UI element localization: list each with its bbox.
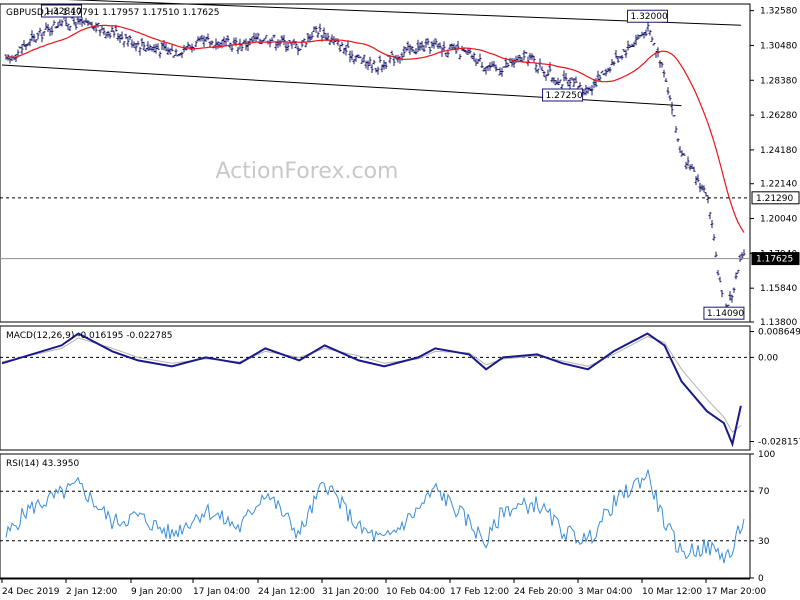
x-tick-label: 17 Jan 04:00 (193, 587, 250, 597)
level-price-label: 1.17625 (756, 255, 793, 265)
macd-tick-label: 0.00 (758, 353, 778, 363)
rsi-tick-label: 30 (758, 537, 770, 547)
rsi-panel: 100 70 30 0 RSI(14) 43.3950 (0, 450, 775, 584)
price-title: GBPUSD,H4 1.17791 1.17957 1.17510 1.1762… (6, 8, 219, 18)
price-annotation-label: 1.32000 (630, 12, 667, 22)
level-price-label: 1.21290 (756, 194, 793, 204)
x-tick-label: 10 Mar 12:00 (642, 587, 702, 597)
rsi-tick-label: 70 (758, 487, 770, 497)
x-tick-label: 31 Jan 20:00 (322, 587, 379, 597)
x-tick-label: 9 Jan 20:00 (131, 587, 183, 597)
x-tick-label: 24 Dec 2019 (2, 587, 60, 597)
macd-plot-frame (0, 325, 751, 451)
price-panel: ActionForex.com 1.32580 1.30480 1.28380 1.26… (0, 0, 800, 328)
x-axis: 24 Dec 2019 2 Jan 12:00 9 Jan 20:00 17 Jan … (0, 578, 766, 597)
price-tick-label: 1.30480 (760, 41, 797, 51)
x-tick-label: 2 Jan 12:00 (66, 587, 118, 597)
price-tick-label: 1.32580 (760, 7, 797, 17)
price-tick-label: 1.13800 (760, 318, 797, 328)
rsi-tick-label: 100 (758, 450, 775, 460)
rsi-tick-label: 0 (758, 574, 764, 584)
x-tick-label: 24 Feb 20:00 (514, 587, 573, 597)
x-tick-label: 3 Mar 04:00 (578, 587, 633, 597)
chart-root: ActionForex.com 1.32580 1.30480 1.28380 1.26… (0, 0, 800, 597)
watermark: ActionForex.com (216, 159, 399, 184)
x-tick-label: 24 Jan 12:00 (258, 587, 315, 597)
macd-title: MACD(12,26,9) -0.016195 -0.022785 (6, 331, 172, 341)
x-tick-label: 10 Feb 04:00 (386, 587, 445, 597)
price-annotation-label: 1.27250 (546, 91, 583, 101)
macd-tick-label: 0.008649 (758, 328, 800, 338)
price-tick-label: 1.15840 (760, 284, 797, 294)
price-tick-label: 1.24180 (760, 146, 797, 156)
price-tick-label: 1.22140 (760, 180, 797, 190)
macd-panel: 0.008649 0.00 -0.028157 MACD(12,26,9) -0.01… (0, 325, 800, 451)
macd-tick-label: -0.028157 (758, 438, 800, 448)
price-tick-label: 1.26280 (760, 111, 797, 121)
price-tick-label: 1.20040 (760, 215, 797, 225)
rsi-title: RSI(14) 43.3950 (6, 459, 79, 469)
price-tick-label: 1.28380 (760, 76, 797, 86)
x-tick-label: 17 Mar 20:00 (706, 587, 766, 597)
price-annotation-label: 1.14090 (707, 309, 744, 319)
x-tick-label: 17 Feb 12:00 (450, 587, 509, 597)
rsi-plot-frame (0, 453, 751, 579)
